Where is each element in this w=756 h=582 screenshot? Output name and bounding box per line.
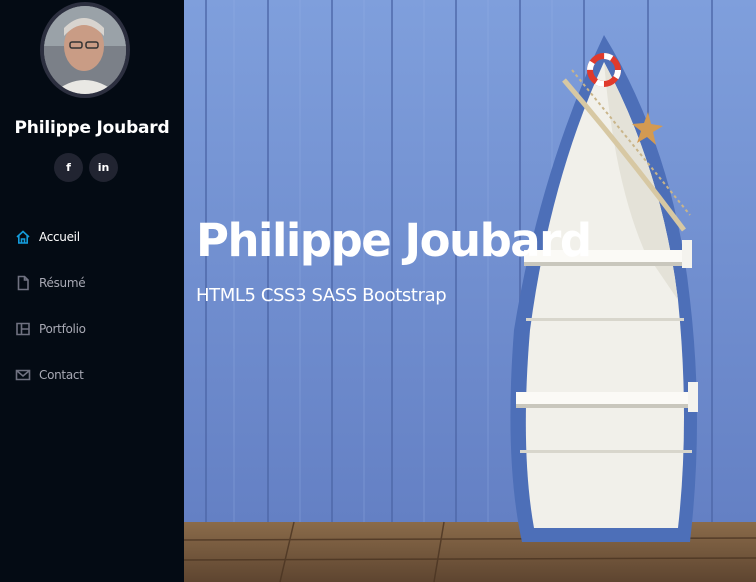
social-links: f in bbox=[54, 153, 118, 182]
sidebar: Philippe Joubard f in Accueil Résumé Por… bbox=[0, 0, 184, 582]
nav-item-contact[interactable]: Contact bbox=[14, 352, 86, 398]
facebook-icon[interactable]: f bbox=[54, 153, 83, 182]
nav-label: Contact bbox=[39, 368, 84, 382]
nav-menu: Accueil Résumé Portfolio Contact bbox=[14, 214, 86, 398]
linkedin-icon[interactable]: in bbox=[89, 153, 118, 182]
hero-title: Philippe Joubard bbox=[196, 214, 592, 267]
hero-subtitle: HTML5 CSS3 SASS Bootstrap bbox=[196, 285, 447, 306]
nav-label: Accueil bbox=[39, 230, 80, 244]
nav-item-portfolio[interactable]: Portfolio bbox=[14, 306, 86, 352]
nav-item-accueil[interactable]: Accueil bbox=[14, 214, 86, 260]
envelope-icon bbox=[14, 367, 31, 384]
nav-label: Portfolio bbox=[39, 322, 86, 336]
home-icon bbox=[14, 229, 31, 246]
nav-item-resume[interactable]: Résumé bbox=[14, 260, 86, 306]
portfolio-icon bbox=[14, 321, 31, 338]
profile-name: Philippe Joubard bbox=[14, 118, 170, 138]
avatar bbox=[40, 2, 130, 98]
hero-section: Philippe Joubard HTML5 CSS3 SASS Bootstr… bbox=[184, 0, 756, 582]
nav-label: Résumé bbox=[39, 276, 86, 290]
file-icon bbox=[14, 275, 31, 292]
